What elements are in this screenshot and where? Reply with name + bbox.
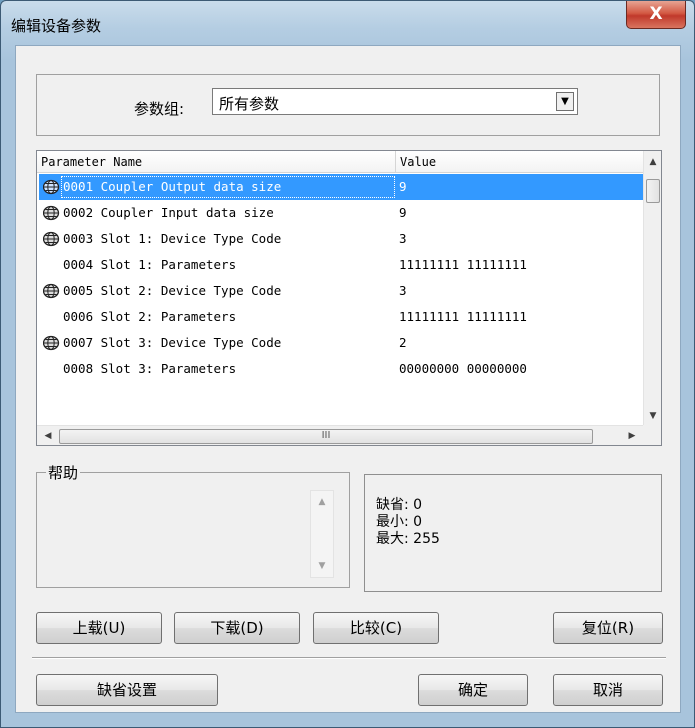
help-scroll-up-icon[interactable]: ▲ bbox=[311, 497, 333, 507]
cell-value: 2 bbox=[399, 335, 407, 350]
dialog-window: 编辑设备参数 X 参数组: 所有参数 ▼ Parameter Name Valu… bbox=[0, 0, 695, 728]
globe-icon bbox=[42, 283, 60, 299]
scroll-left-arrow-icon[interactable]: ◀ bbox=[39, 426, 57, 445]
param-group-select[interactable]: 所有参数 ▼ bbox=[212, 88, 578, 115]
upload-button[interactable]: 上载(U) bbox=[36, 612, 162, 644]
globe-icon bbox=[42, 179, 60, 195]
ok-button[interactable]: 确定 bbox=[418, 674, 528, 706]
window-title: 编辑设备参数 bbox=[11, 17, 102, 35]
cell-parameter-name: 0008 Slot 3: Parameters bbox=[63, 361, 237, 376]
table-row[interactable]: 0001 Coupler Output data size 9 bbox=[39, 174, 643, 200]
cell-value: 11111111 11111111 bbox=[399, 257, 527, 272]
scroll-right-arrow-icon[interactable]: ▶ bbox=[623, 426, 641, 445]
help-scroll-down-icon[interactable]: ▼ bbox=[311, 561, 333, 571]
cell-value: 3 bbox=[399, 231, 407, 246]
reset-button[interactable]: 复位(R) bbox=[553, 612, 663, 644]
cancel-button[interactable]: 取消 bbox=[553, 674, 663, 706]
cell-value: 00000000 00000000 bbox=[399, 361, 527, 376]
cell-parameter-name: 0002 Coupler Input data size bbox=[63, 205, 274, 220]
title-bar[interactable]: 编辑设备参数 X bbox=[1, 1, 694, 45]
dialog-client-area: 参数组: 所有参数 ▼ Parameter Name Value 0001 Co… bbox=[15, 45, 681, 713]
table-row[interactable]: 0008 Slot 3: Parameters 00000000 00000000 bbox=[39, 356, 643, 382]
table-row[interactable]: 0003 Slot 1: Device Type Code 3 bbox=[39, 226, 643, 252]
cell-value: 3 bbox=[399, 283, 407, 298]
vertical-scrollbar[interactable]: ▲ ▼ bbox=[643, 151, 661, 427]
column-header-value[interactable]: Value bbox=[400, 155, 436, 169]
param-group-selected-value: 所有参数 bbox=[219, 95, 280, 113]
cell-parameter-name: 0004 Slot 1: Parameters bbox=[63, 257, 237, 272]
cell-parameter-name: 0007 Slot 3: Device Type Code bbox=[63, 335, 282, 350]
param-group-label: 参数组: bbox=[134, 100, 185, 118]
table-row[interactable]: 0004 Slot 1: Parameters 11111111 11111111 bbox=[39, 252, 643, 278]
help-label: 帮助 bbox=[46, 462, 81, 483]
list-rows: 0001 Coupler Output data size 9 0002 Coupl… bbox=[37, 174, 643, 422]
cell-value: 9 bbox=[399, 205, 407, 220]
list-header: Parameter Name Value bbox=[37, 151, 643, 173]
compare-button[interactable]: 比较(C) bbox=[313, 612, 439, 644]
download-button[interactable]: 下载(D) bbox=[174, 612, 300, 644]
dropdown-arrow-icon[interactable]: ▼ bbox=[556, 92, 574, 111]
close-button[interactable]: X bbox=[626, 1, 686, 29]
defaults-button[interactable]: 缺省设置 bbox=[36, 674, 218, 706]
help-group-box bbox=[36, 472, 350, 588]
cell-parameter-name: 0006 Slot 2: Parameters bbox=[63, 309, 237, 324]
column-header-parameter-name[interactable]: Parameter Name bbox=[41, 155, 142, 169]
cell-value: 9 bbox=[399, 179, 407, 194]
table-row[interactable]: 0002 Coupler Input data size 9 bbox=[39, 200, 643, 226]
cell-parameter-name: 0001 Coupler Output data size bbox=[63, 179, 282, 194]
parameter-list[interactable]: Parameter Name Value 0001 Coupler Output… bbox=[36, 150, 662, 446]
column-separator[interactable] bbox=[395, 151, 396, 173]
horizontal-scroll-thumb[interactable]: III bbox=[59, 429, 593, 444]
cell-parameter-name: 0003 Slot 1: Device Type Code bbox=[63, 231, 282, 246]
globe-icon bbox=[42, 231, 60, 247]
scroll-down-arrow-icon[interactable]: ▼ bbox=[644, 407, 661, 425]
globe-icon bbox=[42, 205, 60, 221]
globe-icon bbox=[42, 335, 60, 351]
cell-value: 11111111 11111111 bbox=[399, 309, 527, 324]
button-separator bbox=[32, 657, 666, 659]
scroll-up-arrow-icon[interactable]: ▲ bbox=[644, 153, 661, 171]
help-scrollbar[interactable]: ▲ ▼ bbox=[310, 490, 334, 578]
table-row[interactable]: 0005 Slot 2: Device Type Code 3 bbox=[39, 278, 643, 304]
max-value-text: 最大: 255 bbox=[376, 531, 440, 547]
horizontal-scrollbar[interactable]: ◀ III ▶ bbox=[37, 425, 643, 445]
table-row[interactable]: 0006 Slot 2: Parameters 11111111 11111111 bbox=[39, 304, 643, 330]
vertical-scroll-thumb[interactable] bbox=[646, 179, 660, 203]
cell-parameter-name: 0005 Slot 2: Device Type Code bbox=[63, 283, 282, 298]
table-row[interactable]: 0007 Slot 3: Device Type Code 2 bbox=[39, 330, 643, 356]
scrollbar-corner bbox=[643, 425, 661, 445]
